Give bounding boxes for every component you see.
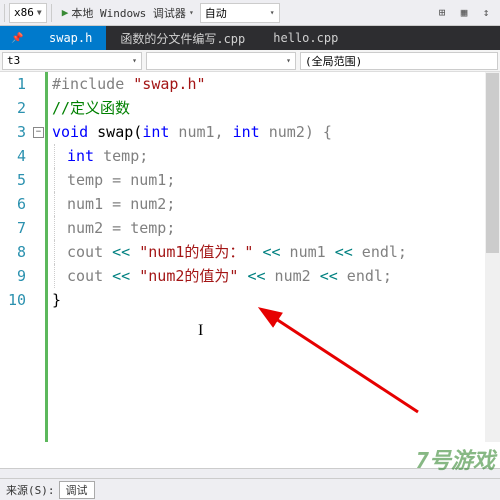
arch-combo[interactable]: x86▼	[9, 3, 47, 23]
tool-icon-3[interactable]: ↕	[476, 3, 496, 23]
scope-combo-mid[interactable]: ▾	[146, 52, 296, 70]
fold-margin: −	[32, 72, 48, 442]
mode-combo[interactable]: 自动▾	[200, 3, 280, 23]
scroll-thumb[interactable]	[486, 73, 499, 253]
source-label: 来源(S):	[6, 482, 55, 498]
scope-combo-right[interactable]: (全局范围)▾	[300, 52, 498, 70]
code-editor[interactable]: 12345678910 − #include "swap.h" //定义函数 v…	[0, 72, 500, 442]
status-bar: 来源(S): 调试	[0, 478, 500, 500]
play-icon: ▶	[62, 6, 69, 19]
tab-hello-cpp[interactable]: hello.cpp	[259, 26, 352, 50]
scope-combo-left[interactable]: t3▾	[2, 52, 142, 70]
line-gutter: 12345678910	[0, 72, 32, 442]
arrow-annotation-icon	[258, 302, 428, 422]
code-area[interactable]: #include "swap.h" //定义函数 void swap(int n…	[48, 72, 500, 442]
source-combo[interactable]: 调试	[59, 481, 95, 499]
main-toolbar: x86▼ ▶本地 Windows 调试器▾ 自动▾ ⊞ ▦ ↕	[0, 0, 500, 26]
tab-main-cpp[interactable]: 函数的分文件编写.cpp	[106, 26, 259, 50]
tool-icon-2[interactable]: ▦	[454, 3, 474, 23]
tool-icon-1[interactable]: ⊞	[432, 3, 452, 23]
vertical-scrollbar[interactable]	[485, 72, 500, 442]
editor-tabs: 📌 swap.h 函数的分文件编写.cpp hello.cpp	[0, 26, 500, 50]
bottom-divider	[0, 468, 500, 478]
nav-bar: t3▾ ▾ (全局范围)▾	[0, 50, 500, 72]
tab-swap-h[interactable]: swap.h	[35, 26, 106, 50]
fold-button[interactable]: −	[33, 127, 44, 138]
text-cursor-icon: I	[198, 322, 203, 340]
debug-button[interactable]: ▶本地 Windows 调试器▾	[56, 3, 200, 23]
pin-icon[interactable]: 📌	[0, 26, 35, 50]
